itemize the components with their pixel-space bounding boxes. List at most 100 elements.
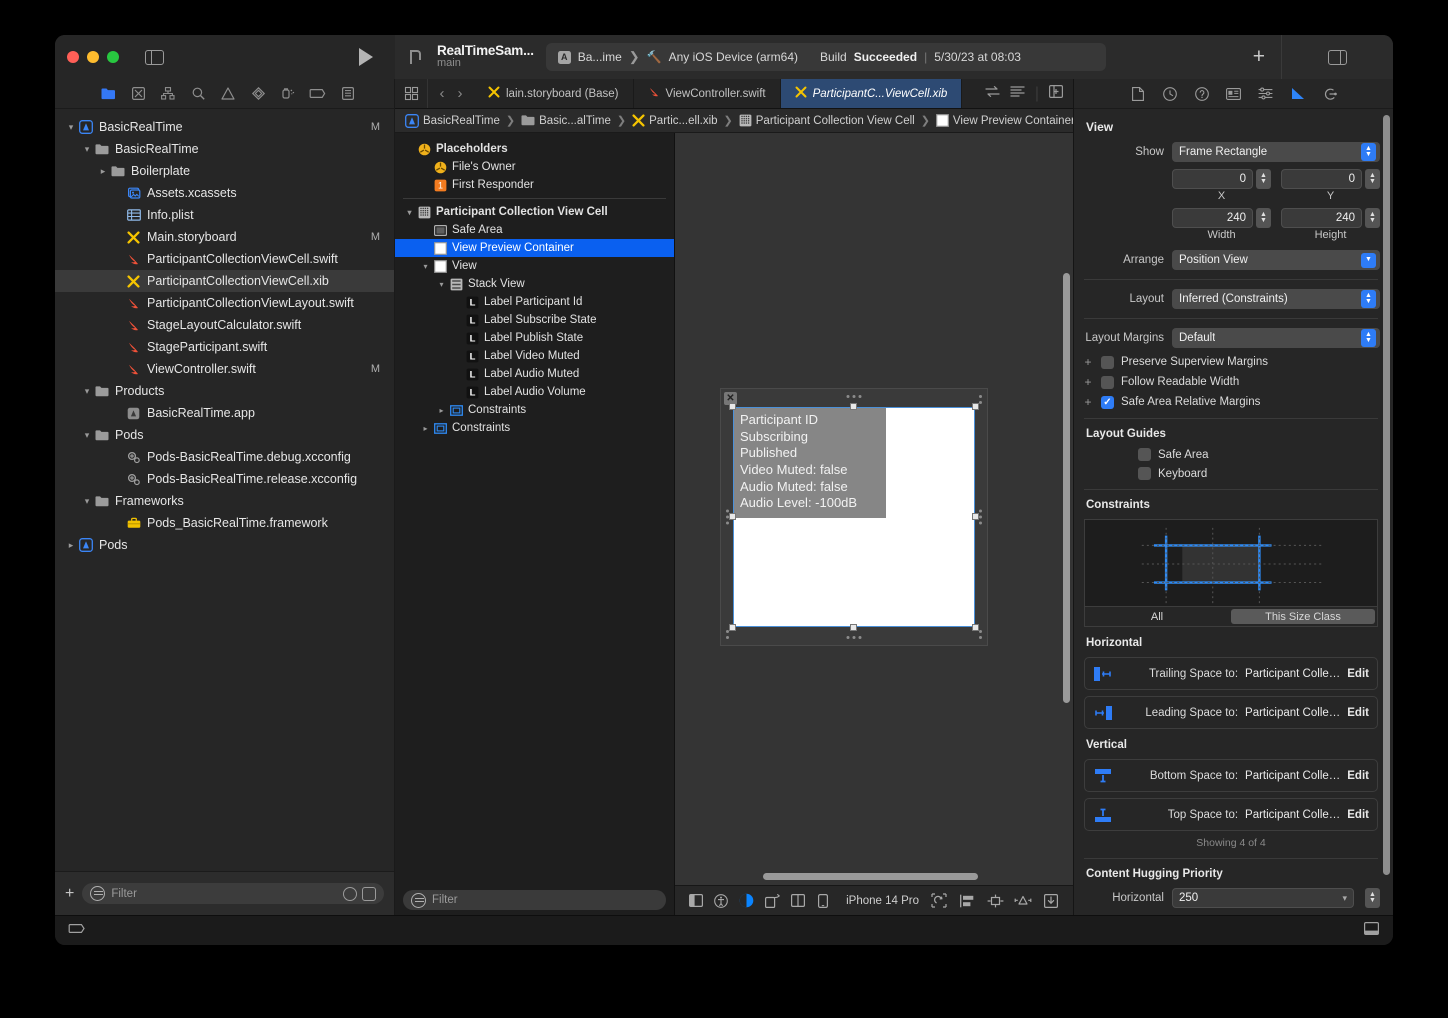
quick-help-icon[interactable] — [1192, 84, 1212, 104]
layout-margins-popup[interactable]: Default ▲ ▼ — [1172, 328, 1380, 348]
source-control-navigator-icon[interactable] — [123, 79, 153, 109]
outline-row[interactable]: ▸ Constraints — [395, 419, 674, 437]
outline-row[interactable]: L Label Participant Id — [395, 293, 674, 311]
navigator-filter-field[interactable]: Filter — [82, 883, 384, 904]
file-tree-row[interactable]: StageLayoutCalculator.swift — [55, 314, 394, 336]
add-assistant-editor-icon[interactable] — [1049, 84, 1064, 103]
tab-main-storyboard[interactable]: lain.storyboard (Base) — [474, 79, 634, 108]
resolve-issues-icon[interactable] — [1037, 887, 1065, 915]
outline-row[interactable]: File's Owner — [395, 158, 674, 176]
history-inspector-icon[interactable] — [1160, 84, 1180, 104]
outline-row[interactable]: ▾ Stack View — [395, 275, 674, 293]
constraint-row[interactable]: Trailing Space to: Participant Colle… Edit — [1084, 657, 1378, 690]
outline-row[interactable]: ▸ Constraints — [395, 401, 674, 419]
inspector-vertical-scrollbar[interactable] — [1383, 115, 1390, 875]
disclosure-triangle-icon[interactable]: ▾ — [81, 144, 93, 155]
disclosure-triangle-icon[interactable]: ▸ — [435, 406, 448, 415]
report-navigator-icon[interactable] — [333, 79, 363, 109]
file-tree-row[interactable]: BasicRealTime.app — [55, 402, 394, 424]
interface-builder-canvas[interactable]: ✕ Participant ID Subscribing Published Vide… — [675, 133, 1073, 885]
go-back-button[interactable]: ‹ — [434, 85, 450, 102]
show-popup[interactable]: Frame Rectangle ▲ ▼ — [1172, 142, 1380, 162]
disclosure-triangle-icon[interactable]: ▾ — [81, 386, 93, 397]
recent-files-icon[interactable] — [343, 886, 357, 901]
view-preview-container[interactable]: Participant ID Subscribing Published Video … — [733, 407, 975, 627]
breadcrumb-item[interactable]: Participant Collection View Cell — [739, 114, 915, 127]
checkbox[interactable] — [1138, 448, 1151, 461]
close-window-button[interactable] — [67, 51, 79, 63]
tab-overview-icon[interactable] — [395, 79, 427, 108]
constraint-row[interactable]: Leading Space to: Participant Colle… Edit — [1084, 696, 1378, 729]
canvas-horizontal-scrollbar[interactable] — [763, 873, 978, 880]
checkbox[interactable] — [1138, 467, 1151, 480]
constraint-row[interactable]: Bottom Space to: Participant Colle… Edit — [1084, 759, 1378, 792]
run-button[interactable] — [359, 48, 373, 66]
preview-toggle-icon[interactable] — [683, 887, 709, 915]
edit-constraint-button[interactable]: Edit — [1347, 809, 1369, 821]
resize-handle-br[interactable] — [972, 624, 979, 631]
zoom-window-button[interactable] — [107, 51, 119, 63]
resize-handle-ml[interactable] — [729, 513, 736, 520]
width-stepper[interactable]: ▲ ▼ — [1256, 208, 1271, 228]
constraint-row[interactable]: Top Space to: Participant Colle… Edit — [1084, 798, 1378, 831]
file-tree-row[interactable]: ParticipantCollectionViewLayout.swift — [55, 292, 394, 314]
breadcrumb-item[interactable]: Basic...alTime — [521, 114, 611, 127]
outline-row[interactable]: L Label Audio Volume — [395, 383, 674, 401]
breadcrumb[interactable]: BasicRealTime ❯ Basic...alTime ❯ Partic...el… — [395, 109, 1073, 133]
update-frames-icon[interactable] — [925, 887, 953, 915]
file-tree-row[interactable]: StageParticipant.swift — [55, 336, 394, 358]
add-variation-icon[interactable]: + — [1082, 395, 1094, 409]
file-tree-row[interactable]: Pods-BasicRealTime.release.xcconfig — [55, 468, 394, 490]
y-field[interactable]: 0 — [1281, 169, 1362, 189]
accessibility-icon[interactable] — [709, 887, 735, 915]
inspector-toggle-icon[interactable] — [1328, 49, 1347, 65]
file-tree-row[interactable]: Pods_BasicRealTime.framework — [55, 512, 394, 534]
file-tree-row[interactable]: Info.plist — [55, 204, 394, 226]
disclosure-triangle-icon[interactable]: ▾ — [403, 208, 416, 217]
device-selector[interactable]: iPhone 14 Pro — [846, 895, 919, 907]
debug-navigator-icon[interactable] — [273, 79, 303, 109]
source-control-filter-icon[interactable] — [362, 886, 376, 901]
go-forward-button[interactable]: › — [452, 85, 468, 102]
file-tree-row[interactable]: Main.storyboard M — [55, 226, 394, 248]
related-items-icon[interactable] — [985, 85, 1000, 103]
resize-handle-tr[interactable] — [972, 403, 979, 410]
disclosure-triangle-icon[interactable]: ▾ — [419, 262, 432, 271]
height-stepper[interactable]: ▲ ▼ — [1365, 208, 1380, 228]
canvas-vertical-scrollbar[interactable] — [1063, 273, 1070, 703]
outline-row[interactable]: Placeholders — [395, 140, 674, 158]
identity-inspector-icon[interactable] — [1224, 84, 1244, 104]
connections-inspector-icon[interactable] — [1320, 84, 1340, 104]
file-tree-row[interactable]: ▾ BasicRealTime — [55, 138, 394, 160]
file-tree-row[interactable]: ▾ Frameworks — [55, 490, 394, 512]
add-editor-button[interactable]: + — [1253, 45, 1271, 69]
file-tree-row[interactable]: Pods-BasicRealTime.debug.xcconfig — [55, 446, 394, 468]
breakpoint-navigator-icon[interactable] — [303, 79, 333, 109]
outline-filter-field[interactable]: Filter — [403, 890, 666, 910]
resize-handle-tc[interactable] — [850, 403, 857, 410]
resize-handle-tl[interactable] — [729, 403, 736, 410]
file-tree-row[interactable]: ParticipantCollectionViewCell.swift — [55, 248, 394, 270]
add-variation-icon[interactable]: + — [1082, 355, 1094, 369]
outline-row[interactable]: Safe Area — [395, 221, 674, 239]
add-constraints-icon[interactable] — [1009, 887, 1037, 915]
inspector-scroll-area[interactable]: View Show Frame Rectangle ▲ ▼ 0 ▲ ▼ X 0 … — [1074, 109, 1393, 915]
add-file-button[interactable]: + — [65, 885, 74, 903]
outline-row[interactable]: L Label Publish State — [395, 329, 674, 347]
collection-view-cell-preview[interactable]: ✕ Participant ID Subscribing Published Vide… — [720, 388, 988, 646]
disclosure-triangle-icon[interactable]: ▸ — [65, 540, 77, 551]
issue-navigator-icon[interactable] — [213, 79, 243, 109]
x-field[interactable]: 0 — [1172, 169, 1253, 189]
align-icon[interactable] — [981, 887, 1009, 915]
find-navigator-icon[interactable] — [183, 79, 213, 109]
disclosure-triangle-icon[interactable]: ▸ — [419, 424, 432, 433]
debug-area-toggle-icon[interactable] — [1364, 921, 1380, 940]
outline-row[interactable]: ▾ View — [395, 257, 674, 275]
arrange-popup[interactable]: Position View ▼ — [1172, 250, 1380, 270]
outline-row[interactable]: L Label Video Muted — [395, 347, 674, 365]
hierarchy-navigator-icon[interactable] — [153, 79, 183, 109]
height-field[interactable]: 240 — [1281, 208, 1362, 228]
scheme-selector[interactable]: RealTimeSam... main — [437, 43, 534, 70]
disclosure-triangle-icon[interactable]: ▾ — [65, 122, 77, 133]
disclosure-triangle-icon[interactable]: ▸ — [97, 166, 109, 177]
